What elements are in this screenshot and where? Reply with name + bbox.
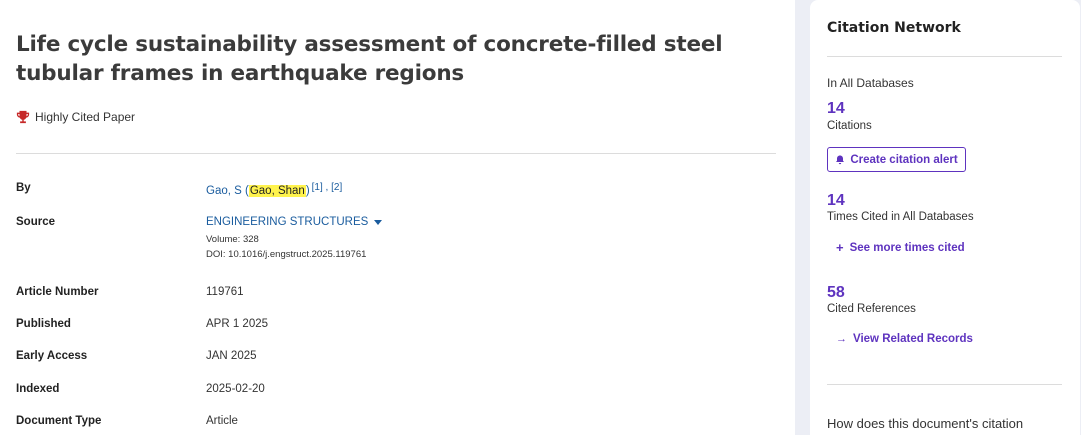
create-citation-alert-button[interactable]: Create citation alert [827,147,966,172]
source-journal-name: ENGINEERING STRUCTURES [206,216,369,228]
cited-references-label: Cited References [827,303,916,315]
view-related-records-label: View Related Records [853,333,973,345]
databases-label: In All Databases [827,76,914,90]
author-close-paren: ) [305,185,310,197]
bell-icon [836,155,845,164]
affiliation-refs[interactable]: [1] , [2] [312,182,343,193]
highly-cited-label: Highly Cited Paper [35,110,136,124]
record-main-panel: Life cycle sustainability assessment of … [0,0,795,435]
author-fullname-highlight[interactable]: Gao, Shan [248,185,306,197]
document-type-value: Article [206,415,238,427]
citations-count[interactable]: 14 [827,100,845,118]
author-entry: Gao, S (Gao, Shan) [1] , [2] [206,182,342,197]
citations-label: Citations [827,120,872,132]
source-journal-link[interactable]: ENGINEERING STRUCTURES [206,216,383,228]
field-label-indexed: Indexed [16,383,60,395]
times-cited-count[interactable]: 14 [827,192,845,210]
article-number-value: 119761 [206,286,244,298]
source-block: ENGINEERING STRUCTURES Volume: 328 DOI: … [206,216,383,260]
see-more-times-cited-link[interactable]: + See more times cited [836,241,965,254]
field-label-document-type: Document Type [16,415,102,427]
title-divider [16,153,776,154]
highly-cited-badge: Highly Cited Paper [16,110,135,124]
citation-network-title: Citation Network [827,20,961,36]
view-related-records-link[interactable]: → View Related Records [836,333,973,345]
source-volume: Volume: 328 [206,234,259,245]
citation-network-panel: Citation Network In All Databases 14 Cit… [810,0,1080,435]
published-value: APR 1 2025 [206,318,269,330]
early-access-value: JAN 2025 [206,350,257,362]
source-doi: DOI: 10.1016/j.engstruct.2025.119761 [206,249,367,260]
citation-context-heading: How does this document's citation [827,416,1024,431]
citation-network-divider [827,56,1062,57]
trophy-icon [16,110,30,124]
indexed-value: 2025-02-20 [206,383,265,395]
create-citation-alert-label: Create citation alert [850,153,958,166]
field-label-source: Source [16,216,55,228]
caret-down-icon [374,219,383,225]
field-label-by: By [16,182,31,194]
author-link[interactable]: Gao, S ( [206,185,249,197]
plus-icon: + [836,240,844,255]
see-more-times-cited-label: See more times cited [849,241,965,254]
cited-references-count[interactable]: 58 [827,284,845,302]
field-label-published: Published [16,318,71,330]
arrow-right-icon: → [836,332,847,345]
field-label-article-number: Article Number [16,286,99,298]
citation-network-bottom-divider [827,384,1062,385]
times-cited-label: Times Cited in All Databases [827,211,974,223]
record-title: Life cycle sustainability assessment of … [16,32,723,86]
field-label-early-access: Early Access [16,350,88,362]
